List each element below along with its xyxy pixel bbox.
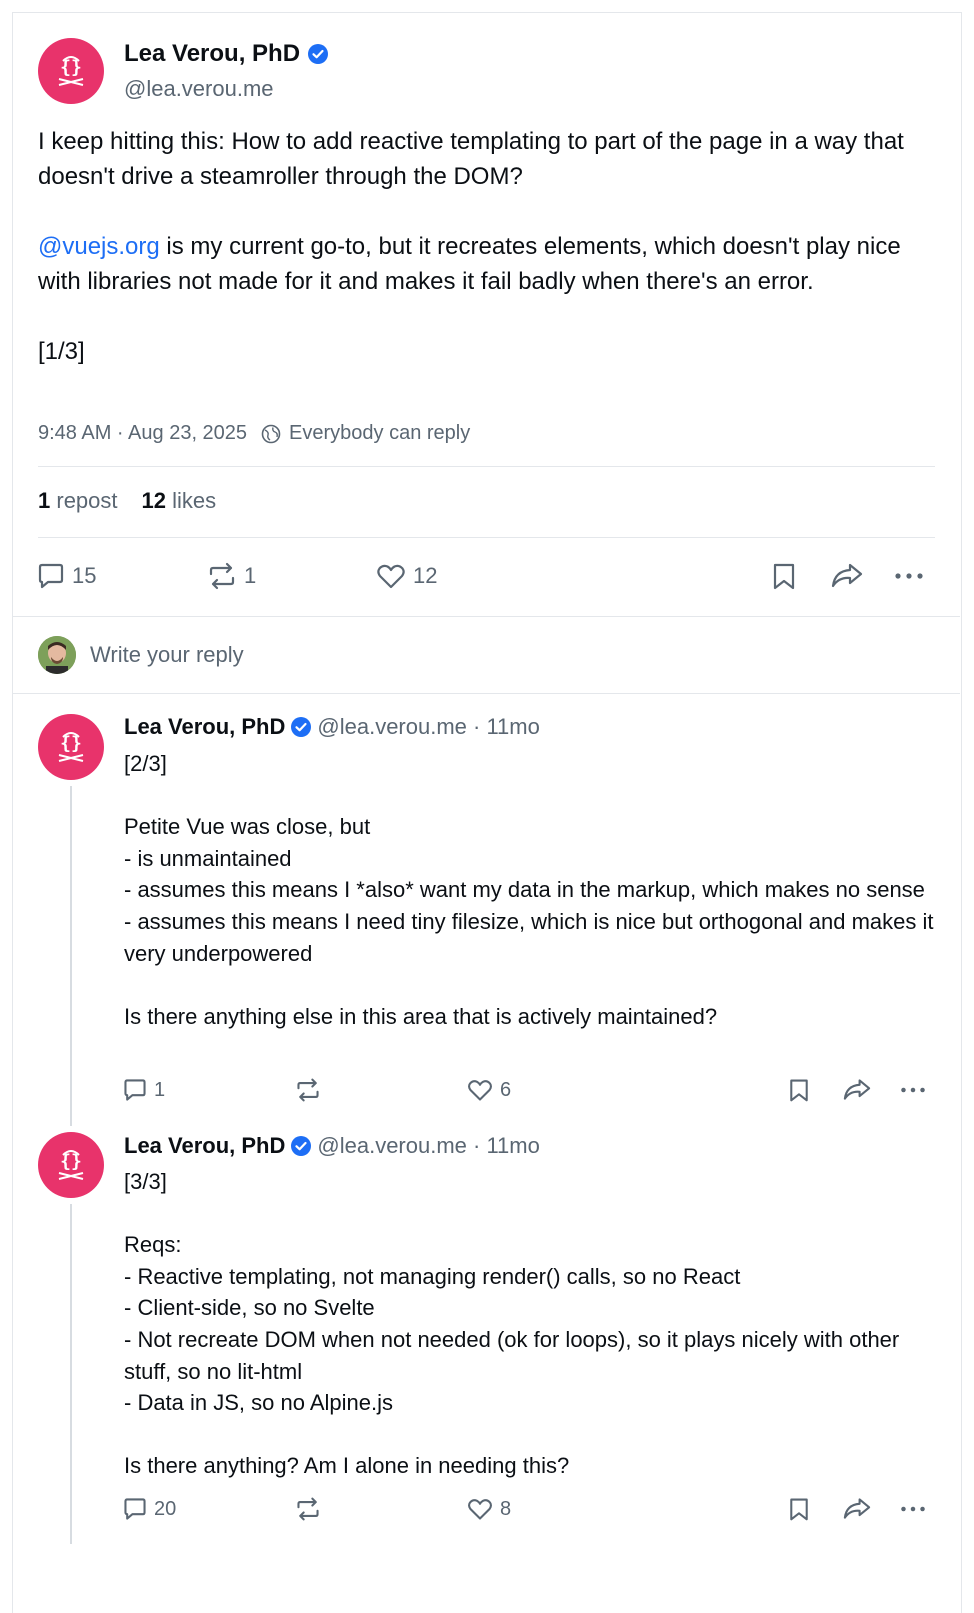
bookmark-icon (773, 563, 795, 590)
post-text-after-mention: is my current go-to, but it recreates el… (38, 233, 901, 295)
reposts-count: 1 (38, 488, 51, 513)
heart-icon (468, 1080, 492, 1101)
reply-count: 1 (154, 1078, 166, 1101)
share-icon (843, 1498, 871, 1519)
logo-icon: {} (58, 732, 84, 762)
post-timestamp[interactable]: 9:48 AM · Aug 23, 2025 (38, 422, 247, 445)
user-avatar (38, 636, 76, 674)
heart-icon (377, 564, 405, 589)
bookmark-button[interactable] (770, 561, 798, 591)
likes-count: 12 (141, 488, 167, 513)
share-button[interactable] (842, 1077, 872, 1103)
post-paragraph-2: @vuejs.org is my current go-to, but it r… (38, 229, 938, 299)
like-button[interactable]: 8 (466, 1496, 511, 1522)
reply-count: 15 (72, 563, 97, 588)
mention-link[interactable]: @vuejs.org (38, 233, 160, 260)
repost-icon (297, 1078, 319, 1102)
reply-setting: Everybody can reply (289, 422, 471, 444)
comment-icon (38, 563, 64, 589)
more-options-button[interactable] (892, 561, 926, 591)
like-button[interactable]: 12 (375, 561, 437, 591)
author-avatar[interactable]: {} (38, 714, 104, 780)
share-icon (831, 563, 863, 588)
author-avatar[interactable]: {} (38, 1132, 104, 1198)
share-button[interactable] (830, 561, 864, 591)
reply-button[interactable]: 20 (122, 1496, 176, 1522)
divider (12, 693, 960, 694)
thread-connector (70, 1204, 72, 1544)
more-icon (901, 1506, 925, 1512)
divider (38, 466, 935, 467)
more-options-button[interactable] (898, 1496, 928, 1522)
reposts-summary[interactable]: 1 repost (38, 488, 118, 514)
repost-button[interactable]: 1 (206, 561, 256, 591)
bookmark-icon (790, 1498, 808, 1521)
author-handle[interactable]: @lea.verou.me · 11mo (317, 1133, 539, 1159)
likes-label: likes (172, 488, 217, 513)
like-count: 6 (500, 1078, 512, 1101)
logo-icon: {} (58, 56, 84, 86)
post-counter: [1/3] (38, 338, 85, 365)
bookmark-button[interactable] (787, 1077, 811, 1103)
bookmark-icon (790, 1079, 808, 1102)
verified-icon (291, 717, 312, 737)
reply-button[interactable]: 15 (36, 561, 96, 591)
more-icon (901, 1087, 925, 1093)
post-body: I keep hitting this: How to add reactive… (38, 124, 938, 369)
user-photo (38, 636, 76, 674)
share-icon (843, 1079, 871, 1100)
author-name[interactable]: Lea Verou, PhD (124, 1133, 285, 1159)
heart-icon (468, 1499, 492, 1520)
author-handle[interactable]: @lea.verou.me · 11mo (317, 714, 539, 740)
repost-icon (297, 1497, 319, 1521)
repost-button[interactable] (294, 1077, 322, 1103)
reposts-label: repost (56, 488, 118, 513)
repost-count: 1 (244, 563, 257, 588)
reply-button[interactable]: 1 (122, 1077, 165, 1103)
divider (38, 537, 935, 538)
thread-connector (70, 786, 72, 1126)
repost-button[interactable] (294, 1496, 322, 1522)
author-avatar[interactable]: {} (38, 38, 104, 104)
like-button[interactable]: 6 (466, 1077, 511, 1103)
logo-icon: {} (58, 1150, 84, 1180)
comment-icon (124, 1079, 146, 1101)
reply-count: 20 (154, 1497, 177, 1520)
verified-icon (291, 1136, 312, 1156)
like-count: 12 (413, 563, 438, 588)
author-handle[interactable]: @lea.verou.me (124, 76, 274, 102)
share-button[interactable] (842, 1496, 872, 1522)
repost-icon (209, 562, 235, 590)
reply-text: [3/3] Reqs: - Reactive templating, not m… (124, 1169, 900, 1479)
comment-icon (124, 1498, 146, 1520)
author-name[interactable]: Lea Verou, PhD (124, 714, 285, 740)
verified-icon (308, 44, 329, 64)
divider (12, 616, 960, 617)
bookmark-button[interactable] (787, 1496, 811, 1522)
reply-text: [2/3] Petite Vue was close, but - is unm… (124, 751, 934, 1029)
author-name[interactable]: Lea Verou, PhD (124, 40, 300, 68)
more-icon (895, 573, 923, 579)
reply-input[interactable]: Write your reply (90, 642, 244, 668)
post-text-line1: I keep hitting this: How to add reactive… (38, 128, 904, 190)
like-count: 8 (500, 1497, 512, 1520)
more-options-button[interactable] (898, 1077, 928, 1103)
likes-summary[interactable]: 12 likes (142, 488, 217, 514)
globe-icon (261, 424, 281, 443)
